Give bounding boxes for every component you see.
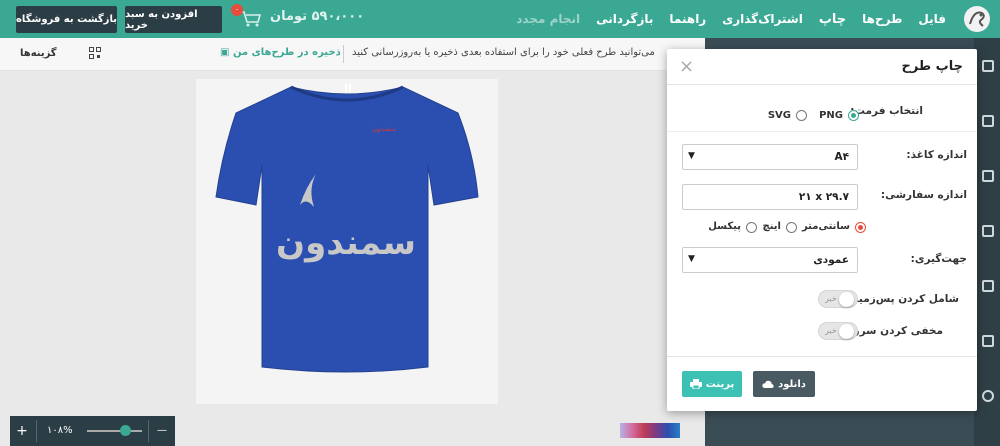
chevron-down-icon: ▼ bbox=[688, 254, 695, 264]
paper-size-select[interactable]: A۴ ▼ bbox=[682, 144, 858, 170]
orientation-value: عمودی bbox=[813, 254, 849, 266]
tool-icon bbox=[982, 170, 994, 182]
dialog-header: چاپ طرح × bbox=[667, 49, 977, 85]
orientation-label: جهت‌گیری: bbox=[910, 253, 967, 265]
menu-redo[interactable]: انجام مجدد bbox=[516, 12, 580, 26]
dialog-title: چاپ طرح bbox=[901, 59, 963, 74]
top-bar: فایل طرح‌ها چاپ اشتراک‌گذاری راهنما بازگ… bbox=[0, 0, 1000, 38]
side-tool-1[interactable] bbox=[974, 38, 1000, 93]
format-svg-radio[interactable] bbox=[796, 110, 807, 121]
format-png-radio[interactable] bbox=[848, 110, 859, 121]
sub-toolbar: گزینه‌ها ▣ ذخیره در طرح‌های من می‌توانید… bbox=[0, 38, 705, 71]
save-icon: ▣ bbox=[220, 47, 230, 58]
dialog-footer: دانلود پرینت bbox=[667, 356, 977, 411]
download-label: دانلود bbox=[778, 378, 806, 390]
download-button[interactable]: دانلود bbox=[753, 371, 815, 397]
include-background-label: شامل کردن پس‌زمینه؟ bbox=[842, 293, 959, 305]
tool-icon bbox=[982, 280, 994, 292]
qr-icon bbox=[88, 47, 101, 59]
unit-cm-label[interactable]: سانتی‌متر bbox=[802, 221, 850, 232]
save-to-my-designs-link[interactable]: ▣ ذخیره در طرح‌های من bbox=[220, 47, 341, 58]
logo-icon[interactable] bbox=[962, 4, 992, 34]
unit-inch-label[interactable]: اینچ bbox=[763, 221, 781, 232]
tool-icon bbox=[982, 225, 994, 237]
print-label: پرینت bbox=[705, 378, 735, 390]
add-to-cart-button[interactable]: افزودن به سبد خرید bbox=[125, 6, 222, 33]
side-tool-3[interactable] bbox=[974, 148, 1000, 203]
format-png-label[interactable]: PNG bbox=[819, 110, 843, 121]
menu-print[interactable]: چاپ bbox=[819, 12, 846, 27]
toggle-knob bbox=[839, 324, 854, 339]
include-background-toggle[interactable]: خیر bbox=[818, 290, 858, 308]
color-palette-strip[interactable] bbox=[620, 423, 680, 438]
side-tool-5[interactable] bbox=[974, 258, 1000, 313]
tshirt-mockup[interactable]: سمندون سمندون bbox=[196, 79, 498, 404]
zoom-out-button[interactable]: — bbox=[153, 422, 171, 440]
menu-designs[interactable]: طرح‌ها bbox=[862, 12, 902, 26]
gear-icon bbox=[982, 390, 994, 402]
side-tool-6[interactable] bbox=[974, 313, 1000, 368]
divider bbox=[667, 131, 977, 132]
printer-icon bbox=[689, 379, 702, 389]
menu-help[interactable]: راهنما bbox=[669, 12, 706, 26]
print-button[interactable]: پرینت bbox=[682, 371, 742, 397]
divider bbox=[343, 45, 344, 63]
toggle-knob bbox=[839, 292, 854, 307]
toggle-off-label: خیر bbox=[825, 294, 837, 303]
custom-size-input[interactable]: ۲۱ x ۲۹.۷ bbox=[682, 184, 858, 210]
divider bbox=[148, 420, 149, 442]
close-icon[interactable]: × bbox=[679, 56, 694, 77]
zoom-slider-track[interactable] bbox=[87, 430, 142, 432]
cloud-download-icon bbox=[762, 380, 774, 388]
options-button[interactable]: گزینه‌ها bbox=[20, 47, 101, 59]
side-tool-2[interactable] bbox=[974, 93, 1000, 148]
chevron-down-icon: ▼ bbox=[688, 151, 695, 161]
tool-icon bbox=[982, 60, 994, 72]
side-tool-4[interactable] bbox=[974, 203, 1000, 258]
unit-inch-radio[interactable] bbox=[786, 222, 797, 233]
back-to-shop-button[interactable]: بازگشت به فروشگاه bbox=[16, 6, 117, 33]
cart-badge: ۰ bbox=[231, 4, 243, 16]
menu-undo[interactable]: بازگردانی bbox=[596, 12, 653, 26]
zoom-slider-handle[interactable] bbox=[120, 425, 131, 436]
cart-icon[interactable] bbox=[240, 10, 262, 28]
main-menu: فایل طرح‌ها چاپ اشتراک‌گذاری راهنما بازگ… bbox=[516, 0, 946, 38]
unit-px-label[interactable]: پیکسل bbox=[708, 221, 741, 232]
menu-file[interactable]: فایل bbox=[918, 12, 946, 26]
design-canvas[interactable]: سمندون سمندون bbox=[196, 79, 498, 404]
paper-size-value: A۴ bbox=[834, 151, 849, 163]
shirt-small-text[interactable]: سمندون bbox=[372, 125, 396, 133]
unit-cm-radio[interactable] bbox=[855, 222, 866, 233]
tool-icon bbox=[982, 115, 994, 127]
save-hint: می‌توانید طرح فعلی خود را برای استفاده ب… bbox=[352, 47, 655, 58]
format-label: انتخاب فرمت: bbox=[850, 105, 923, 117]
print-dialog: چاپ طرح × انتخاب فرمت: PNG SVG اندازه کا… bbox=[667, 49, 977, 411]
side-tool-7[interactable] bbox=[974, 368, 1000, 423]
orientation-select[interactable]: عمودی ▼ bbox=[682, 247, 858, 273]
menu-share[interactable]: اشتراک‌گذاری bbox=[722, 12, 803, 26]
save-label: ذخیره در طرح‌های من bbox=[232, 47, 341, 58]
toggle-off-label: خیر bbox=[825, 326, 837, 335]
custom-size-value: ۲۱ x ۲۹.۷ bbox=[798, 191, 849, 203]
options-label: گزینه‌ها bbox=[20, 47, 57, 59]
format-svg-label[interactable]: SVG bbox=[768, 110, 791, 121]
zoom-value: ۱۰۸% bbox=[47, 425, 73, 436]
paper-size-label: اندازه کاغذ: bbox=[906, 149, 967, 161]
divider bbox=[36, 420, 37, 442]
unit-px-radio[interactable] bbox=[746, 222, 757, 233]
shirt-print-text[interactable]: سمندون bbox=[276, 223, 416, 263]
tool-icon bbox=[982, 335, 994, 347]
cart-price: ۵۹۰،۰۰۰ تومان bbox=[270, 9, 365, 24]
zoom-in-button[interactable]: + bbox=[13, 422, 31, 440]
custom-size-label: اندازه سفارشی: bbox=[880, 189, 967, 201]
hide-bleed-toggle[interactable]: خیر bbox=[818, 322, 858, 340]
side-toolbar bbox=[974, 38, 1000, 446]
zoom-bar: + ۱۰۸% — bbox=[10, 416, 175, 446]
